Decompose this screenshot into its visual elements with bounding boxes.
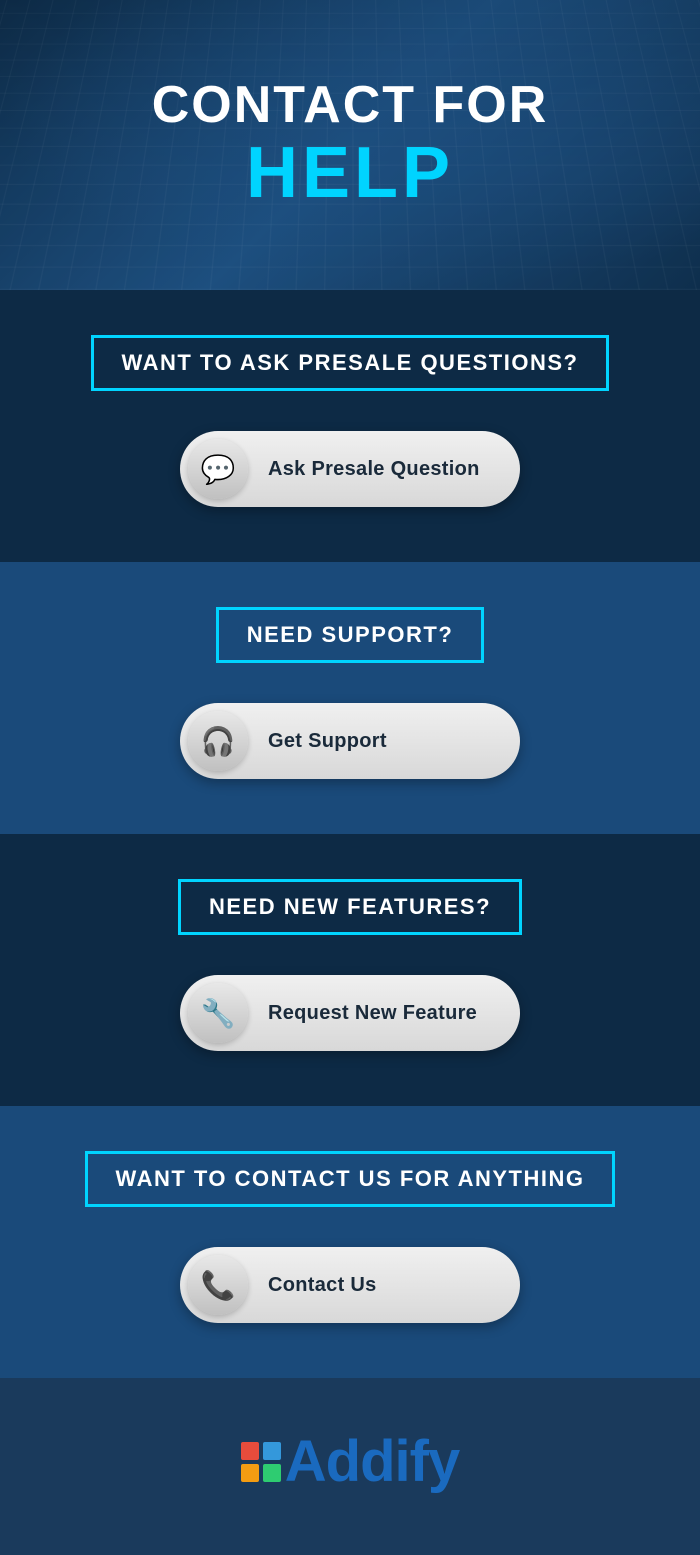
- support-icon-wrap: 🎧: [188, 711, 248, 771]
- support-button[interactable]: 🎧 Get Support: [180, 703, 520, 779]
- hero-content: CONTACT FOR HELP: [152, 77, 549, 213]
- presale-icon-wrap: 💬: [188, 439, 248, 499]
- contact-button-label: Contact Us: [268, 1274, 377, 1297]
- contact-button[interactable]: 📞 Contact Us: [180, 1247, 520, 1323]
- grid-cell-green: [263, 1464, 281, 1482]
- grid-cell-blue: [263, 1442, 281, 1460]
- logo: Addify: [241, 1428, 459, 1495]
- support-heading-text: NEED SUPPORT?: [247, 622, 454, 647]
- wrench-icon: 🔧: [201, 997, 236, 1030]
- presale-button-label: Ask Presale Question: [268, 458, 480, 481]
- footer-section: Addify: [0, 1378, 700, 1555]
- presale-section: WANT TO ASK PRESALE QUESTIONS? 💬 Ask Pre…: [0, 290, 700, 562]
- logo-text: Addify: [285, 1428, 459, 1495]
- contact-heading-box: WANT TO CONTACT US FOR ANYTHING: [85, 1151, 616, 1207]
- features-button-label: Request New Feature: [268, 1002, 477, 1025]
- grid-cell-red: [241, 1442, 259, 1460]
- logo-grid-icon: [241, 1442, 281, 1482]
- hero-title-top: CONTACT FOR: [152, 77, 549, 134]
- contact-icon-wrap: 📞: [188, 1255, 248, 1315]
- support-heading-box: NEED SUPPORT?: [216, 607, 485, 663]
- contact-heading-text: WANT TO CONTACT US FOR ANYTHING: [116, 1166, 585, 1191]
- chat-question-icon: 💬: [201, 453, 236, 486]
- grid-cell-orange: [241, 1464, 259, 1482]
- hero-section: CONTACT FOR HELP: [0, 0, 700, 290]
- features-heading-box: NEED NEW FEATURES?: [178, 879, 522, 935]
- support-section: NEED SUPPORT? 🎧 Get Support: [0, 562, 700, 834]
- presale-heading-text: WANT TO ASK PRESALE QUESTIONS?: [122, 350, 579, 375]
- presale-heading-box: WANT TO ASK PRESALE QUESTIONS?: [91, 335, 610, 391]
- features-section: NEED NEW FEATURES? 🔧 Request New Feature: [0, 834, 700, 1106]
- contact-section: WANT TO CONTACT US FOR ANYTHING 📞 Contac…: [0, 1106, 700, 1378]
- hero-title-bottom: HELP: [152, 134, 549, 213]
- presale-button[interactable]: 💬 Ask Presale Question: [180, 431, 520, 507]
- features-heading-text: NEED NEW FEATURES?: [209, 894, 491, 919]
- features-icon-wrap: 🔧: [188, 983, 248, 1043]
- support-button-label: Get Support: [268, 730, 387, 753]
- headset-icon: 🎧: [201, 725, 236, 758]
- phone-icon: 📞: [201, 1269, 236, 1302]
- features-button[interactable]: 🔧 Request New Feature: [180, 975, 520, 1051]
